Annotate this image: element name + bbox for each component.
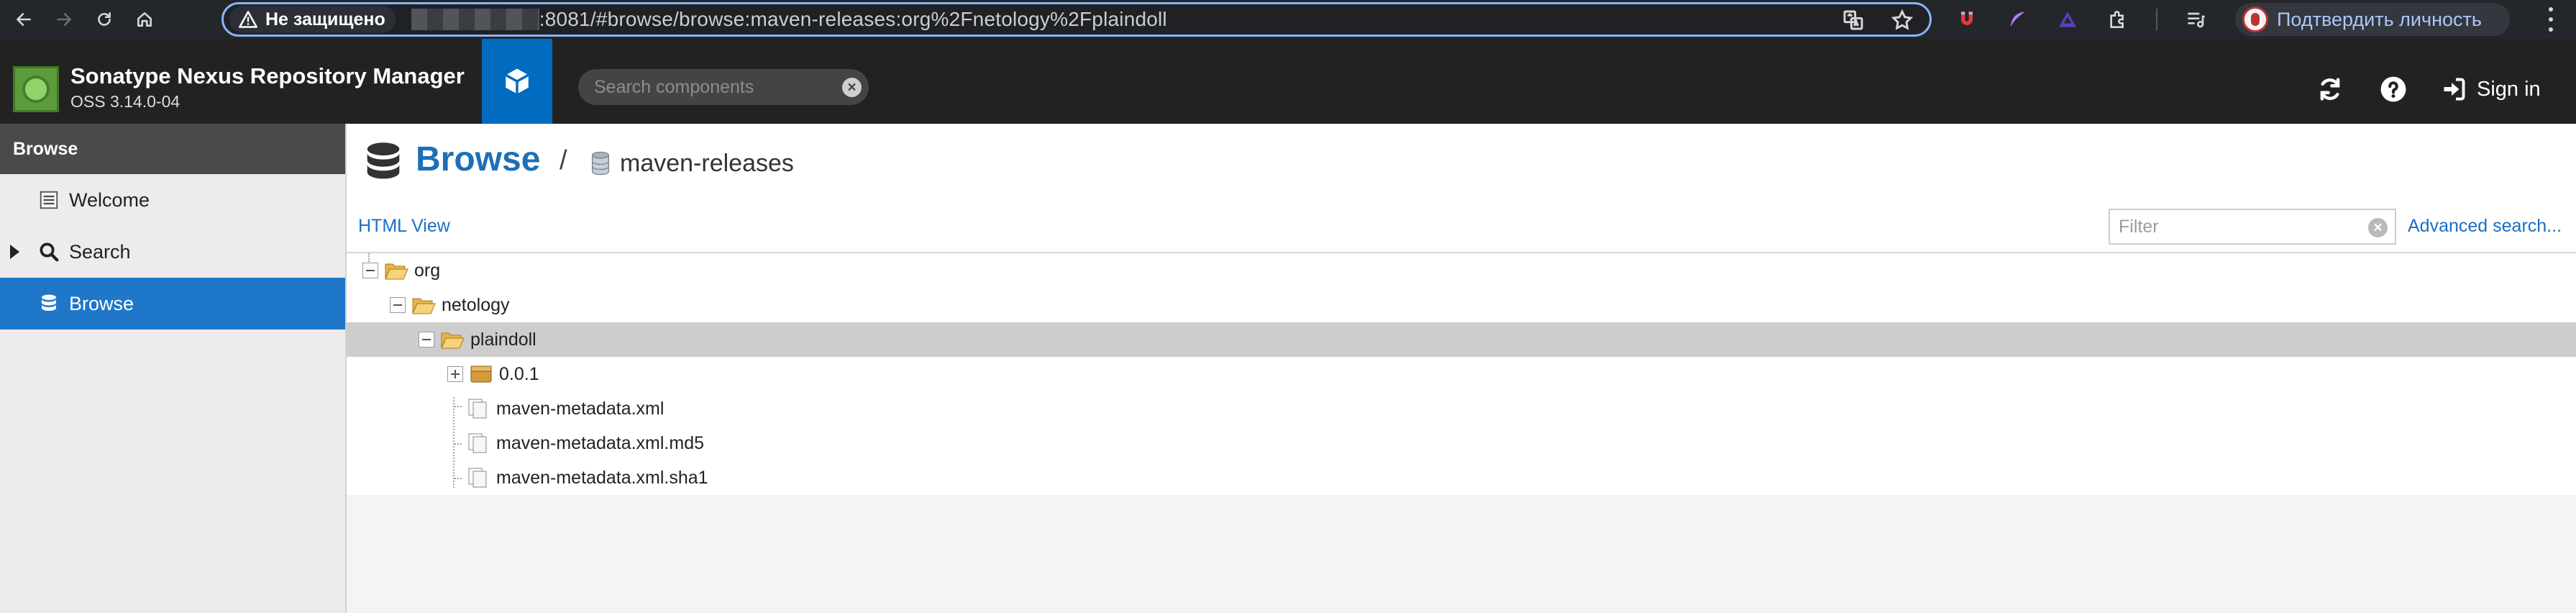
- tree-node-label: maven-metadata.xml.md5: [496, 432, 705, 453]
- divider: [2156, 9, 2157, 30]
- nexus-logo: [13, 66, 59, 112]
- sidebar-item-label: Welcome: [69, 189, 150, 211]
- sidebar-item-welcome[interactable]: Welcome: [0, 174, 345, 226]
- tree-row[interactable]: 0.0.1: [347, 357, 2576, 391]
- browser-toolbar: Не защищено :8081/#browse/browse:maven-r…: [0, 0, 2576, 39]
- extension-triangle-icon[interactable]: [2055, 7, 2080, 32]
- filter-input[interactable]: [2119, 216, 2356, 237]
- forward-icon[interactable]: [47, 3, 81, 36]
- tree-node-label: netology: [442, 294, 510, 315]
- translate-icon[interactable]: [1842, 9, 1865, 32]
- expand-toggle-icon[interactable]: [447, 366, 463, 382]
- advanced-search-link[interactable]: Advanced search...: [2408, 216, 2562, 237]
- search-icon: [37, 240, 60, 263]
- home-icon[interactable]: [128, 3, 161, 36]
- back-icon[interactable]: [7, 3, 40, 36]
- sidebar-item-label: Search: [69, 240, 131, 263]
- repository-icon: [591, 151, 610, 176]
- warning-icon: [239, 11, 257, 28]
- sign-in-button[interactable]: Sign in: [2441, 76, 2541, 102]
- tree-row[interactable]: netology: [347, 288, 2576, 322]
- tree-row[interactable]: org: [347, 253, 2576, 288]
- app-header: Sonatype Nexus Repository Manager OSS 3.…: [0, 39, 2576, 124]
- sidebar-header: Browse: [0, 124, 345, 174]
- expand-arrow-icon[interactable]: [10, 245, 19, 259]
- url-text[interactable]: :8081/#browse/browse:maven-releases:org%…: [539, 8, 1167, 31]
- file-icon: [468, 433, 487, 453]
- security-chip[interactable]: Не защищено: [229, 6, 396, 33]
- sidebar: Browse Welcome Search Browse: [0, 124, 347, 613]
- component-icon: [470, 365, 492, 383]
- search-input[interactable]: [594, 76, 824, 98]
- sidebar-item-label: Browse: [69, 292, 134, 314]
- sign-in-label: Sign in: [2477, 77, 2541, 101]
- breadcrumb-repository: maven-releases: [620, 150, 794, 177]
- sidebar-item-search[interactable]: Search: [0, 226, 345, 278]
- star-icon[interactable]: [1891, 9, 1914, 32]
- tree-row[interactable]: maven-metadata.xml: [347, 391, 2576, 426]
- collapse-toggle-icon[interactable]: [419, 332, 434, 348]
- profile-button[interactable]: Подтвердить личность: [2235, 3, 2510, 36]
- refresh-icon[interactable]: [2314, 73, 2346, 105]
- clear-filter-icon[interactable]: ×: [2368, 218, 2388, 237]
- tree-node-label: maven-metadata.xml.sha1: [496, 467, 708, 488]
- security-label: Не защищено: [265, 9, 385, 29]
- reload-icon[interactable]: [88, 3, 121, 36]
- help-icon[interactable]: [2378, 73, 2409, 105]
- sign-in-icon: [2444, 78, 2465, 101]
- kebab-icon[interactable]: [2547, 7, 2554, 32]
- file-icon: [468, 468, 487, 488]
- tree-node-label: 0.0.1: [499, 363, 539, 384]
- folder-open-icon: [385, 263, 408, 280]
- tree-node-label: org: [414, 260, 441, 281]
- database-icon: [367, 142, 400, 179]
- browse-mode-button[interactable]: [482, 39, 552, 124]
- app-version: OSS 3.14.0-04: [70, 92, 181, 111]
- main-panel: Browse / maven-releases HTML View × Adva…: [347, 124, 2576, 613]
- database-icon: [37, 292, 60, 315]
- filter-field: ×: [2109, 209, 2396, 245]
- media-icon[interactable]: [2183, 7, 2208, 32]
- extension-feather-icon[interactable]: [2005, 7, 2029, 32]
- redacted-host: [411, 9, 539, 30]
- avatar: [2242, 6, 2268, 32]
- app-title: Sonatype Nexus Repository Manager: [70, 63, 465, 88]
- list-icon: [37, 189, 60, 212]
- breadcrumb-separator: /: [559, 145, 567, 176]
- file-icon: [468, 399, 487, 419]
- asset-tree: org netology plaindoll 0.0.1 maven-metad…: [347, 253, 2576, 495]
- tree-row[interactable]: maven-metadata.xml.md5: [347, 426, 2576, 460]
- extension-magnet-icon[interactable]: [1955, 7, 1979, 32]
- tree-node-label: plaindoll: [470, 329, 536, 350]
- collapse-toggle-icon[interactable]: [362, 263, 378, 278]
- address-bar[interactable]: Не защищено :8081/#browse/browse:maven-r…: [221, 2, 1932, 37]
- sidebar-item-browse[interactable]: Browse: [0, 278, 345, 330]
- folder-open-icon: [441, 332, 465, 349]
- empty-area: [347, 495, 2576, 613]
- page-title[interactable]: Browse: [416, 140, 540, 179]
- cube-icon: [505, 68, 529, 94]
- extensions-icon[interactable]: [2106, 7, 2130, 32]
- profile-label: Подтвердить личность: [2277, 8, 2482, 30]
- page-header: Browse / maven-releases: [347, 124, 2576, 199]
- folder-open-icon: [412, 298, 436, 314]
- html-view-link[interactable]: HTML View: [358, 216, 450, 237]
- browse-toolbar: HTML View × Advanced search...: [347, 199, 2576, 253]
- tree-row-selected[interactable]: plaindoll: [347, 322, 2576, 357]
- component-search: ×: [578, 69, 869, 105]
- clear-search-icon[interactable]: ×: [842, 78, 862, 97]
- collapse-toggle-icon[interactable]: [390, 297, 406, 313]
- tree-row[interactable]: maven-metadata.xml.sha1: [347, 460, 2576, 495]
- tree-node-label: maven-metadata.xml: [496, 398, 664, 419]
